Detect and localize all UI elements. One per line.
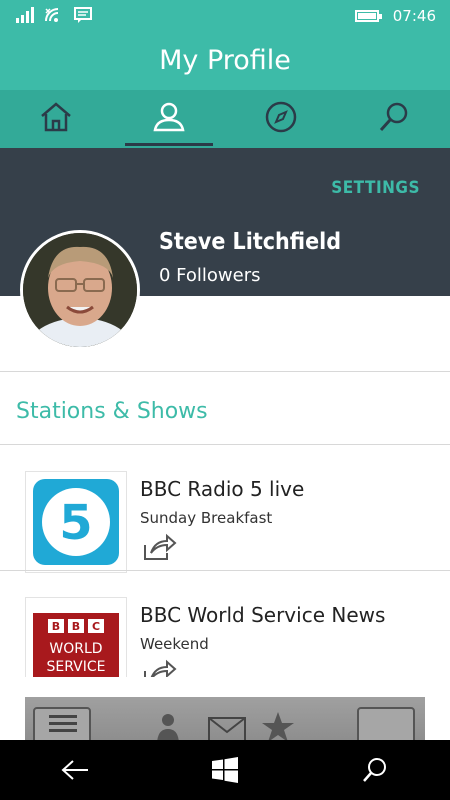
search-icon [376, 99, 412, 139]
bbc-5-live-logo: 5 [25, 471, 127, 573]
compass-icon [263, 99, 299, 139]
status-time: 07:46 [392, 7, 436, 25]
divider [0, 371, 450, 372]
bbc-world-service-logo: B B C WORLD SERVICE [25, 597, 127, 679]
avatar [20, 230, 140, 350]
station-subtitle: Sunday Breakfast [140, 509, 273, 527]
profile-icon [151, 99, 187, 139]
divider [0, 570, 450, 571]
mail-icon[interactable] [208, 717, 246, 740]
menu-icon[interactable] [33, 707, 91, 740]
windows-icon[interactable] [195, 740, 255, 800]
home-icon [38, 99, 74, 139]
share-icon[interactable] [143, 533, 177, 565]
svg-text:C: C [92, 620, 100, 633]
svg-text:B: B [72, 620, 80, 633]
settings-button[interactable]: SETTINGS [331, 178, 420, 198]
station-title: BBC Radio 5 live [140, 477, 305, 501]
star-icon[interactable] [261, 711, 295, 740]
tab-home[interactable] [0, 90, 113, 148]
message-icon [74, 7, 92, 27]
divider [0, 444, 450, 445]
back-icon[interactable] [45, 740, 105, 800]
svg-text:B: B [52, 620, 60, 633]
search-icon[interactable] [345, 740, 405, 800]
system-nav-bar [0, 740, 450, 800]
embedded-toolbar [25, 697, 425, 740]
svg-text:SERVICE: SERVICE [46, 659, 105, 675]
station-card[interactable]: 5 BBC Radio 5 live Sunday Breakfast [25, 471, 450, 591]
tab-explore[interactable] [225, 90, 338, 148]
svg-text:WORLD: WORLD [49, 641, 102, 657]
station-title: BBC World Service News [140, 603, 386, 627]
signal-icon [16, 7, 34, 27]
person-icon[interactable] [155, 711, 181, 740]
wifi-icon [44, 7, 64, 27]
station-card[interactable]: B B C WORLD SERVICE BBC World Service Ne… [25, 597, 450, 679]
status-bar: 07:46 [0, 0, 450, 32]
share-icon[interactable] [143, 659, 177, 679]
logo-text: 5 [59, 495, 92, 551]
overflow-button[interactable] [357, 707, 415, 740]
followers-count[interactable]: 0 Followers [159, 265, 261, 286]
station-subtitle: Weekend [140, 635, 209, 653]
page-title: My Profile [0, 32, 450, 90]
section-title: Stations & Shows [16, 399, 208, 424]
nav-tabs [0, 90, 450, 148]
battery-icon [354, 10, 382, 22]
tab-profile[interactable] [113, 90, 226, 148]
tab-search[interactable] [338, 90, 450, 148]
profile-name: Steve Litchfield [159, 229, 342, 255]
